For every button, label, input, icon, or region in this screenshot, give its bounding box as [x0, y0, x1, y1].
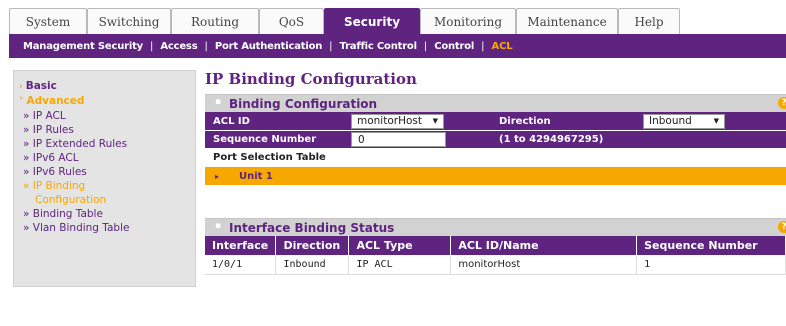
acl-id-select[interactable]: monitorHost ▼ [351, 113, 444, 129]
bullet-icon: » [23, 166, 33, 178]
bullet-icon: » [23, 110, 33, 122]
bullet-icon: » [23, 138, 33, 150]
subnav-separator: | [204, 40, 208, 52]
column-header-direction: Direction [275, 236, 350, 255]
binding-config-title: Binding Configuration [229, 96, 378, 111]
subnav-separator: | [481, 40, 485, 52]
cell-interface: 1/0/1 [205, 255, 277, 275]
bullet-icon: » [23, 152, 33, 164]
subnav-separator: | [423, 40, 428, 52]
chevron-down-icon: ▼ [432, 117, 438, 125]
bullet-icon: » [23, 208, 33, 220]
subtab-management-security[interactable]: Management Security [23, 41, 143, 52]
binding-config-header[interactable]: ▪ Binding Configuration ? [205, 94, 786, 112]
sidebar-item-ip-extended-rules[interactable]: » IP Extended Rules [19, 137, 195, 151]
column-header-acl-type: ACL Type [348, 236, 452, 255]
interface-binding-status-header[interactable]: ▪ Interface Binding Status ? [205, 218, 786, 236]
direction-label: Direction [499, 115, 551, 127]
bullet-icon: » [23, 180, 33, 192]
sidebar-item-label: Binding Table [32, 208, 103, 220]
sequence-number-input[interactable]: 0 [351, 132, 446, 147]
tab-security[interactable]: Security [324, 8, 420, 34]
sidebar-item-ipv6-acl[interactable]: » IPv6 ACL [19, 151, 195, 165]
tab-switching[interactable]: Switching [87, 8, 171, 34]
sidebar-item-label: IP ACL [32, 110, 66, 122]
cell-acl-id-name: monitorHost [450, 255, 638, 275]
interface-binding-status-table: Interface Direction ACL Type ACL ID/Name… [205, 236, 786, 275]
sidebar-item-binding-table[interactable]: » Binding Table [19, 207, 195, 221]
direction-cell: Inbound ▼ [637, 112, 786, 130]
sidebar-item-label: IPv6 Rules [32, 166, 87, 178]
arrow-right-icon: ▪ [215, 221, 222, 231]
sidebar-basic-label: Basic [25, 80, 57, 92]
acl-direction-row: ACL ID monitorHost ▼ Direction Inbound ▼ [205, 112, 786, 130]
bullet-icon: » [23, 222, 33, 234]
tab-system[interactable]: System [9, 8, 87, 34]
unit-1-row[interactable]: ▸ Unit 1 [205, 166, 786, 185]
tab-routing[interactable]: Routing [171, 8, 259, 34]
sidebar-item-label: Vlan Binding Table [32, 222, 130, 234]
port-selection-table-label: Port Selection Table [205, 148, 786, 166]
tab-qos[interactable]: QoS [259, 8, 324, 34]
sidebar-item-ip-binding[interactable]: » IP Binding [19, 179, 195, 193]
subtab-control[interactable]: Control [434, 41, 474, 52]
subtab-access[interactable]: Access [160, 41, 197, 52]
sidebar-advanced[interactable]: ˅ Advanced [19, 94, 195, 109]
sidebar-item-ip-rules[interactable]: » IP Rules [19, 123, 195, 137]
sidebar: › Basic ˅ Advanced » IP ACL » IP Rules » I… [13, 70, 196, 287]
sequence-row: Sequence Number 0 (1 to 4294967295) [205, 130, 786, 148]
sequence-range-hint: (1 to 4294967295) [499, 134, 604, 145]
chevron-down-icon: ▼ [713, 117, 719, 125]
subtab-port-authentication[interactable]: Port Authentication [215, 41, 323, 52]
top-tab-bar: System Switching Routing QoS Security Mo… [9, 8, 680, 34]
arrow-right-icon: ▸ [215, 171, 220, 181]
arrow-right-icon: ▪ [215, 97, 222, 107]
sidebar-basic[interactable]: › Basic [19, 79, 195, 94]
sidebar-item-vlan-binding-table[interactable]: » Vlan Binding Table [19, 221, 195, 235]
help-icon[interactable]: ? [778, 97, 786, 109]
sidebar-item-label: IPv6 ACL [32, 152, 79, 164]
help-icon[interactable]: ? [778, 221, 786, 233]
tab-maintenance[interactable]: Maintenance [516, 8, 618, 34]
interface-binding-status-title: Interface Binding Status [229, 220, 395, 235]
subnav-separator: | [149, 40, 154, 52]
top-navigation: System Switching Routing QoS Security Mo… [0, 0, 786, 34]
page-title: IP Binding Configuration [205, 70, 417, 88]
acl-id-label: ACL ID [213, 115, 250, 127]
sequence-cell: 0 [345, 131, 491, 149]
chevron-down-icon: ˅ [19, 97, 24, 107]
tab-help[interactable]: Help [618, 8, 680, 34]
subtab-traffic-control[interactable]: Traffic Control [340, 41, 417, 52]
table-header-row: Interface Direction ACL Type ACL ID/Name… [205, 236, 786, 255]
unit-1-label: Unit 1 [239, 170, 273, 182]
arrow-right-icon: › [19, 82, 23, 92]
cell-acl-type: IP ACL [348, 255, 452, 275]
bullet-icon: » [23, 124, 33, 136]
column-header-interface: Interface [205, 236, 277, 255]
table-row: 1/0/1 Inbound IP ACL monitorHost 1 [205, 255, 786, 275]
sidebar-item-label: IP Binding [32, 180, 86, 192]
sub-navigation: Management Security | Access | Port Auth… [9, 34, 786, 58]
acl-id-value: monitorHost [357, 115, 422, 127]
tab-monitoring[interactable]: Monitoring [420, 8, 516, 34]
direction-value: Inbound [649, 115, 692, 127]
column-header-acl-id-name: ACL ID/Name [450, 236, 638, 255]
subtab-acl[interactable]: ACL [492, 41, 513, 52]
sidebar-item-ip-acl[interactable]: » IP ACL [19, 109, 195, 123]
sidebar-item-label: IP Rules [32, 124, 74, 136]
direction-select[interactable]: Inbound ▼ [643, 113, 725, 129]
sidebar-item-ipv6-rules[interactable]: » IPv6 Rules [19, 165, 195, 179]
sidebar-item-ip-binding-continuation[interactable]: Configuration [19, 193, 195, 207]
cell-direction: Inbound [275, 255, 350, 275]
sidebar-item-label: IP Extended Rules [32, 138, 128, 150]
sequence-number-label: Sequence Number [213, 134, 317, 145]
main-content: IP Binding Configuration ▪ Binding Confi… [205, 70, 786, 275]
subnav-separator: | [329, 40, 333, 52]
sidebar-advanced-label: Advanced [26, 95, 85, 107]
column-header-sequence-number: Sequence Number [636, 236, 786, 255]
cell-sequence-number: 1 [636, 255, 786, 275]
acl-id-cell: monitorHost ▼ [345, 112, 491, 130]
